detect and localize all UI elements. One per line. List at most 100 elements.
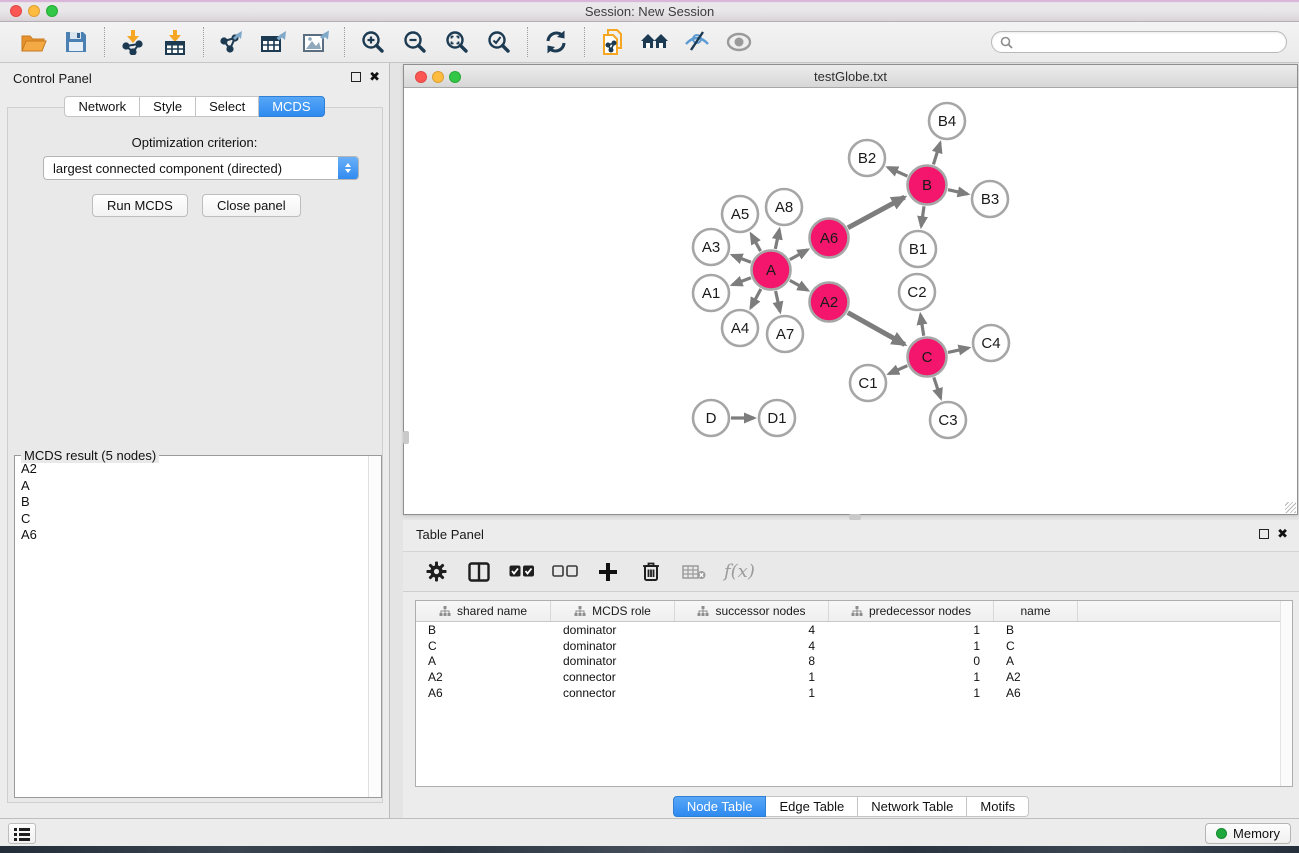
graph-edge-B-B3[interactable] [948,190,968,194]
graph-node-A4[interactable]: A4 [722,310,758,346]
table-row[interactable]: A6connector11A6 [416,685,1292,701]
task-history-button[interactable] [8,823,36,844]
memory-button[interactable]: Memory [1205,823,1291,844]
graph-node-A7[interactable]: A7 [767,316,803,352]
graph-node-A3[interactable]: A3 [693,229,729,265]
add-column-icon[interactable] [595,559,621,585]
search-input[interactable] [1018,35,1278,49]
export-network-icon[interactable] [215,27,249,57]
graph-node-C4[interactable]: C4 [973,325,1009,361]
graph-node-A6[interactable]: A6 [810,219,849,258]
graph-edge-C-C4[interactable] [948,348,969,352]
graph-node-B4[interactable]: B4 [929,103,965,139]
tab-network-table[interactable]: Network Table [858,796,967,817]
export-image-icon[interactable] [299,27,333,57]
network-window-titlebar[interactable]: testGlobe.txt [404,65,1297,88]
graph-edge-A-A2[interactable] [790,280,808,290]
column-header-predecessor-nodes[interactable]: predecessor nodes [829,601,994,621]
graph-edge-A-A7[interactable] [776,291,780,312]
function-builder-icon[interactable]: f(x) [724,561,755,582]
zoom-selected-icon[interactable] [482,27,516,57]
export-table-icon[interactable] [257,27,291,57]
result-item[interactable]: A2 [21,461,367,478]
graph-node-A2[interactable]: A2 [810,283,849,322]
column-header-successor-nodes[interactable]: successor nodes [675,601,829,621]
open-file-icon[interactable] [17,27,51,57]
copy-network-icon[interactable] [596,27,630,57]
graph-node-C1[interactable]: C1 [850,365,886,401]
refresh-icon[interactable] [539,27,573,57]
graph-edge-A-A8[interactable] [775,230,779,249]
deselect-all-columns-icon[interactable] [552,559,578,585]
graph-edge-B-B1[interactable] [921,206,924,226]
network-canvas[interactable]: B4B2BB3A8A5A6A3B1AA1C2A2A4A7C4CC1DD1C3 [404,89,1297,514]
column-header-mcds-role[interactable]: MCDS role [551,601,675,621]
graph-edge-A6-B[interactable] [848,197,905,228]
import-network-icon[interactable] [116,27,150,57]
table-row[interactable]: Cdominator41C [416,638,1292,654]
graph-node-A1[interactable]: A1 [693,275,729,311]
hide-details-icon[interactable] [680,27,714,57]
mcds-result-list[interactable]: A2ABCA6 [16,458,367,796]
graph-node-C3[interactable]: C3 [930,402,966,438]
result-item[interactable]: B [21,494,367,511]
split-columns-icon[interactable] [466,559,492,585]
graph-node-B2[interactable]: B2 [849,140,885,176]
float-panel-icon[interactable] [1259,529,1269,539]
graph-node-B1[interactable]: B1 [900,231,936,267]
graph-edge-A-A3[interactable] [732,255,750,262]
graph-node-A[interactable]: A [752,251,791,290]
graph-node-D[interactable]: D [693,400,729,436]
vertical-scroll-nub[interactable] [403,431,409,444]
home-networks-icon[interactable] [638,27,672,57]
column-header-name[interactable]: name [994,601,1078,621]
graph-edge-B-B4[interactable] [933,143,940,165]
graph-node-A8[interactable]: A8 [766,189,802,225]
tab-network[interactable]: Network [64,96,140,117]
graph-node-A5[interactable]: A5 [722,196,758,232]
import-table-icon[interactable] [158,27,192,57]
zoom-fit-icon[interactable] [440,27,474,57]
settings-gear-icon[interactable] [423,559,449,585]
tab-motifs[interactable]: Motifs [967,796,1029,817]
table-scrollbar[interactable] [1280,601,1292,786]
search-field[interactable] [991,31,1287,53]
select-all-columns-icon[interactable] [509,559,535,585]
delete-column-icon[interactable] [638,559,664,585]
optimization-criterion-dropdown[interactable]: largest connected component (directed) [43,156,359,180]
tab-mcds[interactable]: MCDS [259,96,324,117]
graph-node-C2[interactable]: C2 [899,274,935,310]
result-scrollbar[interactable] [368,456,381,797]
float-panel-icon[interactable] [351,72,361,82]
close-panel-button[interactable]: Close panel [202,194,301,217]
tab-edge-table[interactable]: Edge Table [766,796,858,817]
graph-node-B[interactable]: B [908,166,947,205]
close-panel-icon[interactable]: ✖ [1277,527,1288,540]
graph-edge-A-A5[interactable] [751,234,760,251]
table-row[interactable]: Adominator80A [416,654,1292,670]
result-item[interactable]: A6 [21,527,367,544]
run-mcds-button[interactable]: Run MCDS [92,194,188,217]
result-item[interactable]: A [21,478,367,495]
show-details-icon[interactable] [722,27,756,57]
close-panel-icon[interactable]: ✖ [369,70,380,83]
tab-select[interactable]: Select [196,96,259,117]
zoom-in-icon[interactable] [356,27,390,57]
graph-edge-A-A4[interactable] [751,289,761,308]
result-item[interactable]: C [21,511,367,528]
save-session-icon[interactable] [59,27,93,57]
graph-edge-A-A6[interactable] [790,250,808,260]
resize-grip-icon[interactable] [1285,502,1296,513]
graph-edge-C-C1[interactable] [889,366,907,374]
graph-edge-C-C2[interactable] [920,315,923,336]
table-row[interactable]: Bdominator41B [416,622,1292,638]
graph-node-D1[interactable]: D1 [759,400,795,436]
column-header-shared-name[interactable]: shared name [416,601,551,621]
delete-table-icon[interactable] [681,559,707,585]
table-row[interactable]: A2connector11A2 [416,669,1292,685]
graph-edge-A2-C[interactable] [848,313,905,345]
zoom-out-icon[interactable] [398,27,432,57]
graph-node-B3[interactable]: B3 [972,181,1008,217]
tab-style[interactable]: Style [140,96,196,117]
graph-edge-B-B2[interactable] [888,167,907,176]
